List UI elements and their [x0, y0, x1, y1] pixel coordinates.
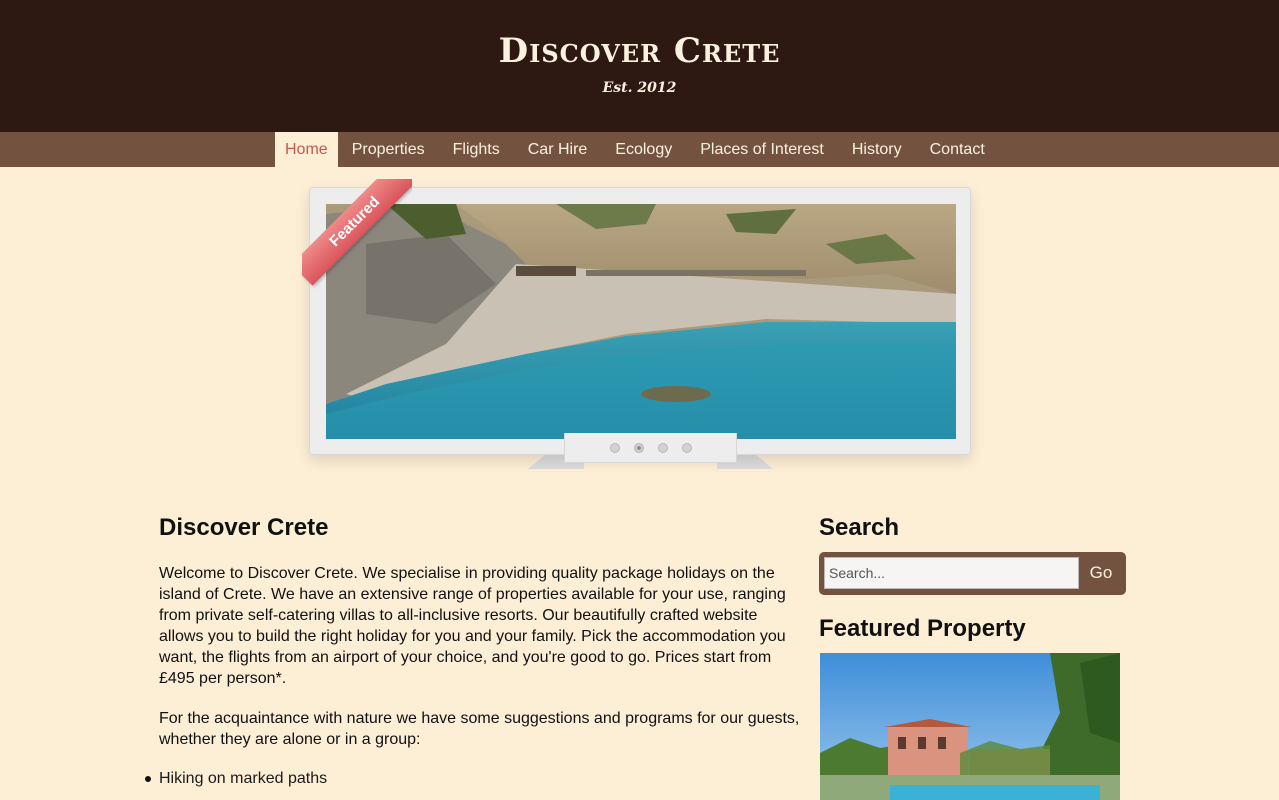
search-form: Go: [819, 552, 1126, 595]
ribbon-label: Featured: [302, 179, 412, 286]
featured-property-image[interactable]: [820, 653, 1120, 800]
nav-item-history[interactable]: History: [838, 132, 916, 167]
slide-image-beach[interactable]: [326, 204, 956, 439]
nav-item-flights[interactable]: Flights: [439, 132, 514, 167]
villa-photo: [820, 653, 1120, 800]
list-item: Hiking on marked paths: [145, 768, 759, 789]
nav-list: Home Properties Flights Car Hire Ecology…: [275, 132, 999, 167]
slider-pagination: [564, 433, 737, 463]
main-nav: Home Properties Flights Car Hire Ecology…: [0, 132, 1279, 167]
nav-item-properties[interactable]: Properties: [338, 132, 439, 167]
beach-photo: [326, 204, 956, 439]
nature-paragraph: For the acquaintance with nature we have…: [159, 710, 800, 748]
nav-item-home[interactable]: Home: [275, 132, 338, 167]
slider-dot-3[interactable]: [657, 442, 668, 453]
nav-item-car-hire[interactable]: Car Hire: [514, 132, 602, 167]
site-tagline: Est. 2012: [602, 80, 677, 96]
slider-dot-4[interactable]: [681, 442, 692, 453]
nav-item-contact[interactable]: Contact: [916, 132, 999, 167]
search-heading: Search: [819, 514, 900, 541]
search-go-button[interactable]: Go: [1081, 557, 1121, 589]
nav-item-places-of-interest[interactable]: Places of Interest: [686, 132, 838, 167]
activity-list: Hiking on marked paths: [145, 768, 759, 789]
intro-paragraph: Welcome to Discover Crete. We specialise…: [159, 565, 786, 687]
slider-dot-1[interactable]: [609, 442, 620, 453]
search-input[interactable]: [824, 557, 1079, 589]
featured-property-heading: Featured Property: [819, 615, 1026, 642]
site-header: Discover Crete Est. 2012: [0, 0, 1279, 132]
featured-ribbon: Featured: [302, 179, 412, 289]
nav-item-ecology[interactable]: Ecology: [601, 132, 686, 167]
page-title: Discover Crete: [159, 514, 329, 541]
site-title[interactable]: Discover Crete: [0, 31, 1279, 71]
slider-dot-2[interactable]: [633, 442, 644, 453]
